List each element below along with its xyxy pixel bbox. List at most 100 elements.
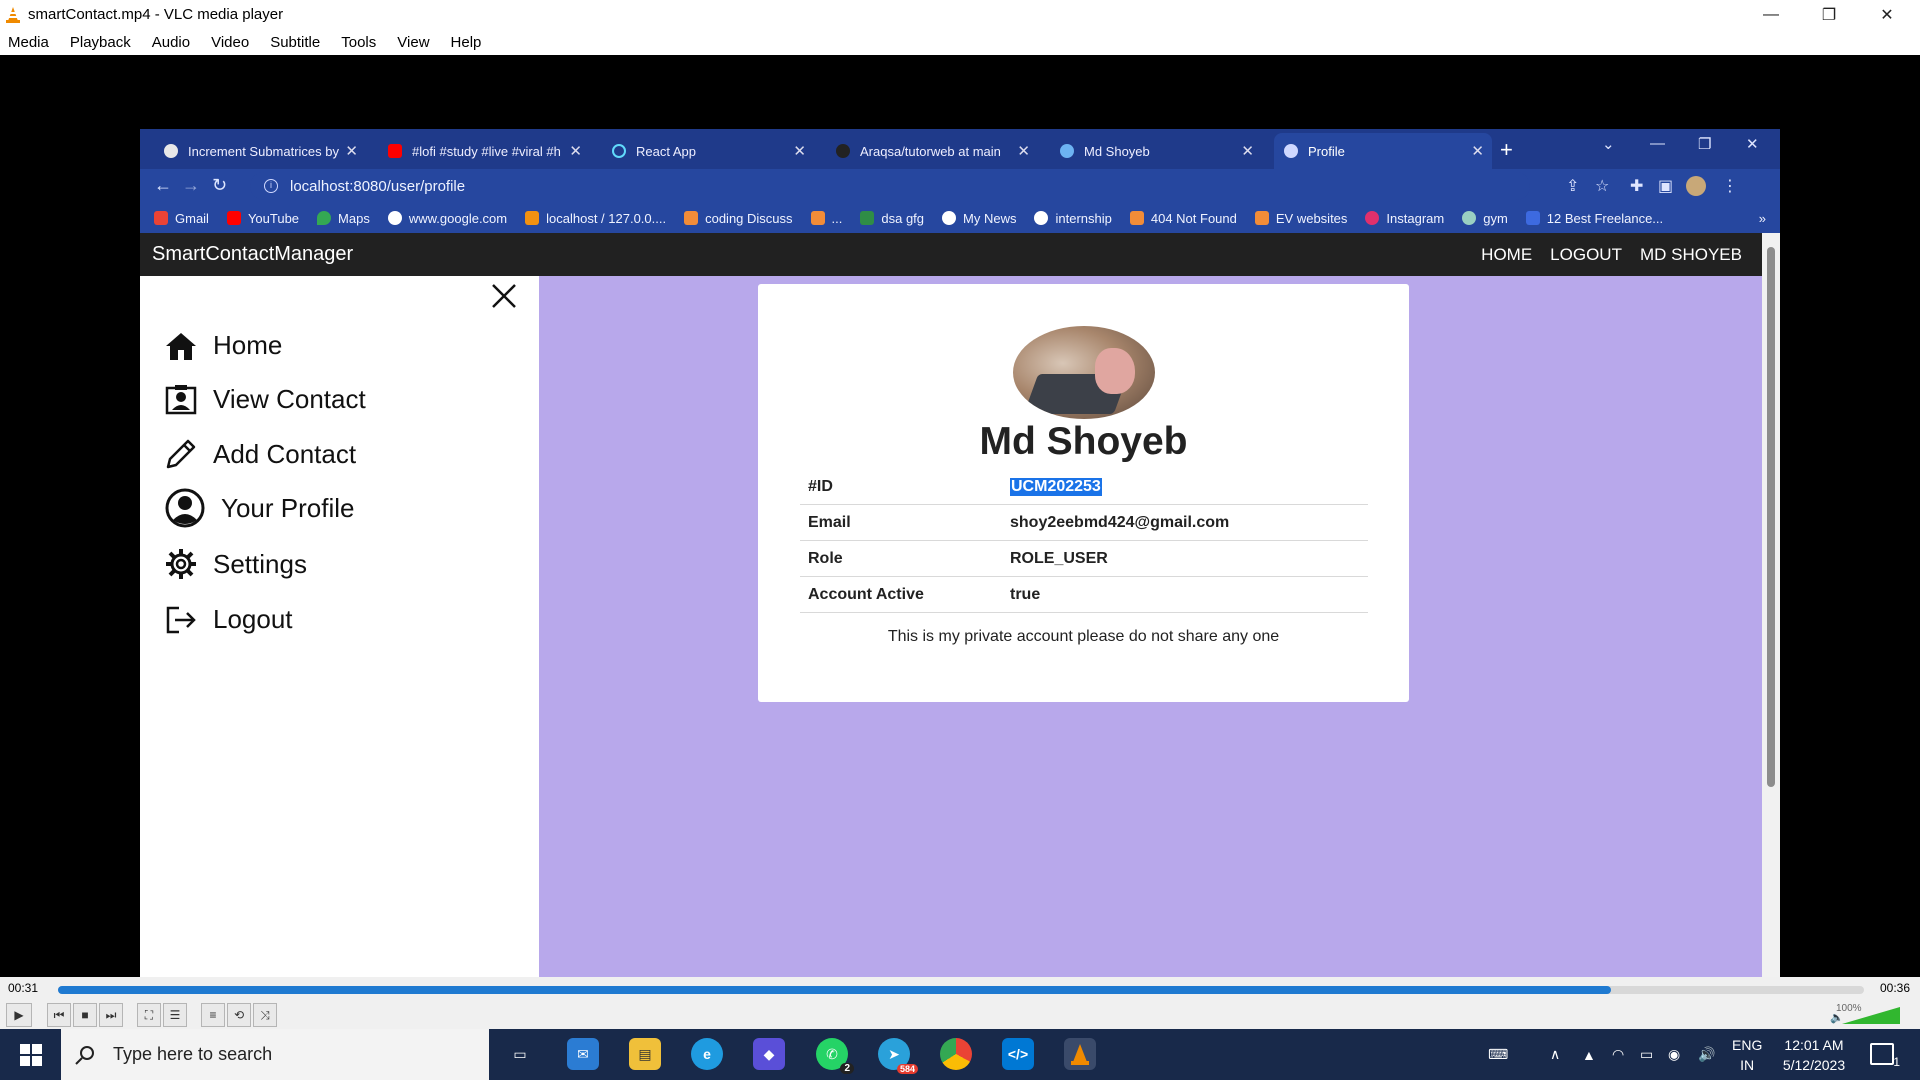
menu-media[interactable]: Media [8,34,49,51]
share-icon[interactable]: ⇪ [1566,176,1579,196]
menu-tools[interactable]: Tools [341,34,376,51]
more-bookmarks-icon[interactable]: » [1759,211,1766,226]
vertical-scrollbar[interactable] [1762,233,1780,998]
next-button[interactable]: ⏭ [99,1003,123,1027]
wifi-icon[interactable]: ◠ [1612,1029,1624,1080]
bookmark-ellipsis[interactable]: ... [810,211,842,226]
app-icon[interactable]: ◆ [753,1038,785,1070]
sidebar-item-home[interactable]: Home [165,330,282,361]
previous-button[interactable]: ⏮ [47,1003,71,1027]
clock[interactable]: 12:01 AM 5/12/2023 [1768,1035,1860,1075]
extended-settings-button[interactable]: ☰ [163,1003,187,1027]
tab-close-icon[interactable]: ✕ [793,142,806,160]
menu-audio[interactable]: Audio [152,34,190,51]
row-value-id[interactable]: UCM202253 [1010,478,1102,496]
vlc-icon[interactable] [1064,1038,1096,1070]
url-input[interactable]: i localhost:8080/user/profile [250,172,1530,200]
sidebar-item-add-contact[interactable]: Add Contact [165,438,356,470]
play-button[interactable]: ▶ [6,1003,32,1027]
language-indicator[interactable]: ENG IN [1732,1029,1762,1080]
bookmark-dsa-gfg[interactable]: dsa gfg [860,211,924,226]
close-sidebar-icon[interactable] [490,282,518,310]
bookmark-my-news[interactable]: My News [942,211,1016,226]
nav-user-link[interactable]: MD SHOYEB [1640,245,1742,265]
windows-start-icon[interactable] [20,1044,42,1066]
bookmark-gmail[interactable]: Gmail [154,211,209,226]
bookmark-ev-websites[interactable]: EV websites [1254,211,1347,226]
tab-increment-submatrices[interactable]: Increment Submatrices by ✕ [154,133,366,169]
menu-view[interactable]: View [397,34,429,51]
loop-button[interactable]: ⟲ [227,1003,251,1027]
sidebar-item-settings[interactable]: Settings [165,548,307,580]
kebab-menu-icon[interactable]: ⋮ [1722,176,1738,196]
sidebar-item-logout[interactable]: Logout [165,604,293,635]
mail-icon[interactable]: ✉ [567,1038,599,1070]
task-view-icon[interactable]: ▭ [504,1038,536,1070]
side-panel-icon[interactable]: ▣ [1658,176,1673,196]
scroll-thumb[interactable] [1767,247,1775,787]
tab-lofi-youtube[interactable]: #lofi #study #live #viral #h ✕ [378,133,590,169]
bookmark-internship[interactable]: internship [1034,211,1112,226]
reload-icon[interactable]: ↻ [212,175,227,196]
sidebar-item-your-profile[interactable]: Your Profile [165,488,354,528]
vlc-tray-icon[interactable]: ▲ [1582,1029,1596,1080]
playlist-button[interactable]: ≡ [201,1003,225,1027]
bookmark-youtube[interactable]: YouTube [226,211,299,226]
tab-close-icon[interactable]: ✕ [1017,142,1030,160]
shuffle-button[interactable]: ⤨ [253,1003,277,1027]
site-info-icon[interactable]: i [264,179,278,193]
taskbar-search-input[interactable]: Type here to search [61,1029,489,1080]
bookmark-maps[interactable]: Maps [317,211,370,226]
keyboard-icon[interactable]: ⌨ [1488,1029,1508,1080]
minimize-button[interactable]: — [1742,0,1800,29]
bookmark-instagram[interactable]: Instagram [1365,211,1444,226]
browser-restore-button[interactable]: ❐ [1698,135,1711,153]
new-tab-button[interactable]: + [1500,137,1513,163]
whatsapp-icon[interactable]: ✆ 2 [816,1038,854,1074]
menu-video[interactable]: Video [211,34,249,51]
bookmark-localhost[interactable]: localhost / 127.0.0.... [525,211,666,226]
tab-react-app[interactable]: React App ✕ [602,133,814,169]
bookmark-freelance[interactable]: 12 Best Freelance... [1525,211,1663,226]
extensions-icon[interactable]: ✚ [1630,176,1643,196]
menu-playback[interactable]: Playback [70,34,131,51]
notification-icon[interactable]: 1 [1870,1043,1900,1069]
bookmark-404[interactable]: 404 Not Found [1129,211,1237,226]
chrome-icon[interactable] [940,1038,972,1070]
video-area[interactable]: Increment Submatrices by ✕ #lofi #study … [0,55,1920,1012]
tab-md-shoyeb[interactable]: Md Shoyeb ✕ [1050,133,1262,169]
bookmark-google[interactable]: www.google.com [387,211,507,226]
tab-github-tutorweb[interactable]: Araqsa/tutorweb at main ✕ [826,133,1038,169]
tab-close-icon[interactable]: ✕ [1471,142,1484,160]
battery-icon[interactable]: ▭ [1640,1029,1653,1080]
sidebar-item-view-contact[interactable]: View Contact [165,384,366,415]
bookmark-star-icon[interactable]: ☆ [1595,176,1609,196]
tab-search-icon[interactable]: ⌄ [1602,135,1615,153]
volume-slider[interactable]: 🔈 [1830,1005,1902,1025]
tab-profile[interactable]: Profile ✕ [1274,133,1492,169]
meet-icon[interactable]: ◉ [1668,1029,1680,1080]
telegram-icon[interactable]: ➤ 584 [878,1038,918,1074]
tab-close-icon[interactable]: ✕ [345,142,358,160]
menu-help[interactable]: Help [451,34,482,51]
edge-icon[interactable]: e [691,1038,723,1070]
tab-close-icon[interactable]: ✕ [569,142,582,160]
browser-close-button[interactable]: ✕ [1746,135,1759,153]
speaker-icon[interactable]: 🔊 [1698,1029,1715,1080]
bookmark-coding-discuss[interactable]: coding Discuss [684,211,793,226]
close-window-button[interactable]: ✕ [1858,0,1916,29]
forward-arrow-icon[interactable]: → [182,175,200,196]
bookmark-gym[interactable]: gym [1462,211,1508,226]
fullscreen-button[interactable]: ⛶ [137,1003,161,1027]
seek-slider[interactable] [58,986,1864,994]
menu-subtitle[interactable]: Subtitle [270,34,320,51]
nav-logout-link[interactable]: LOGOUT [1550,245,1622,265]
back-arrow-icon[interactable]: ← [154,175,172,196]
tab-close-icon[interactable]: ✕ [1241,142,1254,160]
profile-avatar-icon[interactable] [1686,176,1706,196]
browser-minimize-button[interactable]: — [1650,135,1665,152]
nav-home-link[interactable]: HOME [1481,245,1532,265]
file-explorer-icon[interactable]: ▤ [629,1038,661,1070]
tray-overflow-icon[interactable]: ∧ [1550,1029,1560,1080]
site-brand[interactable]: SmartContactManager [152,243,353,266]
